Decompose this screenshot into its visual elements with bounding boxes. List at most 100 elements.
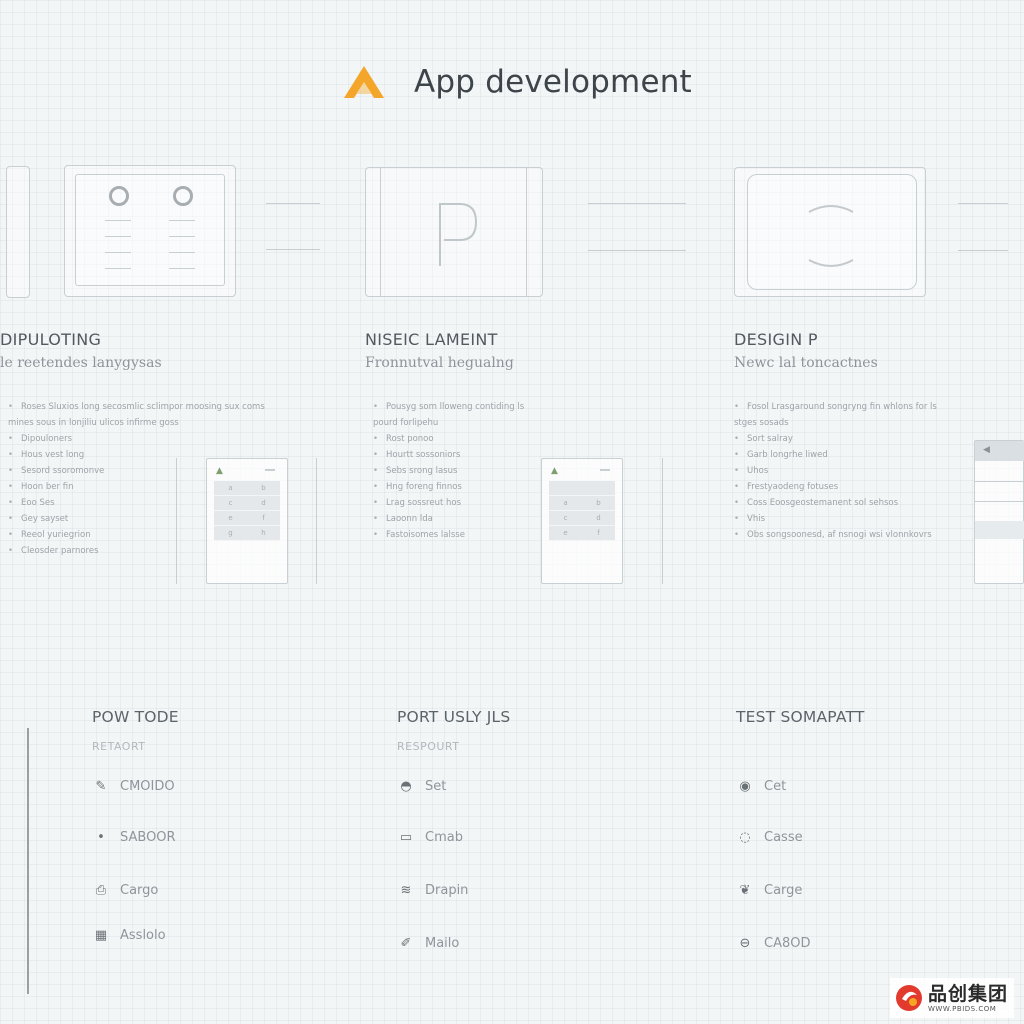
wireframe-tablet-3	[734, 167, 926, 297]
list-item[interactable]: ⎙ Cargo	[92, 883, 332, 898]
list-item: Hourtt sossoniors	[373, 447, 533, 463]
header: App development	[340, 56, 692, 108]
list-item: Roses Sluxios long secosmlic sclimpor mo…	[8, 399, 268, 431]
watermark-brand: 品创集团	[928, 983, 1009, 1005]
keypad-key[interactable]: a	[549, 496, 582, 511]
list-item: Sebs srong lasus	[373, 463, 533, 479]
section-title: POW TODE	[92, 708, 179, 726]
bracket-line	[316, 458, 317, 584]
wireframe-side-panel	[6, 166, 30, 298]
list-item: Hng foreng finnos	[373, 479, 533, 495]
bracket-line	[662, 458, 663, 584]
bracket-line	[176, 458, 177, 584]
list-item-label: Casse	[764, 830, 803, 845]
list-item-label: CA8OD	[764, 936, 811, 951]
list-item-label: CMOIDO	[120, 779, 175, 794]
circle-icon: ⊖	[739, 936, 751, 951]
keypad-key[interactable]: h	[247, 526, 280, 541]
list-item[interactable]: ◌ Casse	[736, 830, 976, 845]
connector-line	[588, 250, 686, 251]
keypad-key[interactable]: f	[247, 511, 280, 526]
list-item: Rost ponoo	[373, 431, 533, 447]
list-item-label: Drapin	[425, 883, 469, 898]
wave-icon: ≋	[400, 883, 412, 898]
letter-p-icon	[439, 203, 478, 266]
section-title: PORT USLY JLS	[397, 708, 511, 726]
ring-icon: ◌	[739, 830, 751, 845]
app-icon: ▲	[551, 466, 558, 476]
connector-line	[266, 203, 320, 204]
bracket-icon	[808, 205, 854, 267]
section-title: TEST SOMAPATT	[736, 708, 865, 726]
column-title: DESIGIN P	[734, 330, 818, 349]
keypad-key[interactable]: f	[582, 526, 615, 541]
keypad-key[interactable]	[549, 481, 582, 496]
dot-icon: •	[97, 830, 105, 845]
keypad-key[interactable]: c	[549, 511, 582, 526]
list-item[interactable]: ❦ Carge	[736, 883, 976, 898]
window-icon: ▭	[399, 830, 413, 845]
column-title: DIPULOTING	[0, 330, 102, 349]
column-subtitle: Newc lal toncactnes	[734, 355, 878, 371]
phone-mockup-2: ▲ a b c d e f	[541, 458, 623, 584]
pencil-icon: ✎	[95, 779, 107, 794]
keypad: a b c d e f	[549, 481, 615, 541]
connector-line	[958, 250, 1008, 251]
avatar-icon	[109, 186, 129, 206]
table-mockup: ◀	[974, 440, 1024, 584]
watermark: 品创集团 WWW.PBIDS.COM	[890, 978, 1014, 1018]
page-title: App development	[414, 64, 692, 100]
keypad-key[interactable]: g	[214, 526, 247, 541]
helmet-icon: ◓	[400, 779, 412, 794]
list-item[interactable]: ◉ Cet	[736, 779, 976, 794]
back-arrow-icon: ◀	[983, 445, 990, 455]
section-1: POW TODE RETAORT ✎ CMOIDO • SABOOR ⎙ Cargo …	[92, 708, 332, 943]
list-item: Coss Eoosgeostemanent sol sehsos	[734, 495, 960, 511]
list-item-label: Set	[425, 779, 447, 794]
pen-icon: ✐	[400, 936, 412, 951]
list-item-label: Cet	[764, 779, 787, 794]
list-item-label: Cmab	[425, 830, 463, 845]
list-item[interactable]: ◓ Set	[397, 779, 637, 794]
keypad-key[interactable]: a	[214, 481, 247, 496]
connector-line	[266, 249, 320, 250]
printer-icon: ⎙	[95, 883, 107, 898]
wireframe-tablet-2	[365, 167, 543, 297]
list-item: Uhos	[734, 463, 960, 479]
keypad-key[interactable]: d	[582, 511, 615, 526]
menu-icon	[265, 469, 275, 471]
list-item-label: Carge	[764, 883, 803, 898]
keypad-key[interactable]: c	[214, 496, 247, 511]
list-item: Lrag sossreut hos	[373, 495, 533, 511]
avatar-icon	[173, 186, 193, 206]
leaf-icon: ❦	[739, 883, 751, 898]
keypad-key[interactable]: d	[247, 496, 280, 511]
bullet-list: Fosol Lrasgaround songryng fin whlons fo…	[734, 399, 960, 543]
keypad-key[interactable]	[582, 481, 615, 496]
list-item: Frestyaodeng fotuses	[734, 479, 960, 495]
brand-logo-icon	[896, 985, 922, 1011]
list-item[interactable]: ⊖ CA8OD	[736, 936, 976, 951]
column-2: NISEIC LAMEINT Fronnutval hegualng Pousy…	[365, 330, 535, 543]
list-item: Obs songsoonesd, af nsnogi wsi vlonnkovr…	[734, 527, 960, 543]
list-item: Pousyg som lloweng contiding ls pourd fo…	[373, 399, 533, 431]
phone-mockup-1: ▲ a b c d e f g h	[206, 458, 288, 584]
app-icon: ▲	[216, 466, 223, 476]
keypad-key[interactable]: e	[214, 511, 247, 526]
list-item: Fastoisomes lalsse	[373, 527, 533, 543]
list-item[interactable]: ▦ Asslolo	[92, 928, 332, 943]
list-item[interactable]: ✎ CMOIDO	[92, 779, 332, 794]
wireframe-tablet-1	[64, 165, 236, 297]
list-item[interactable]: ≋ Drapin	[397, 883, 637, 898]
keypad-key[interactable]: e	[549, 526, 582, 541]
keypad-key[interactable]: b	[247, 481, 280, 496]
list-item-label: Cargo	[120, 883, 159, 898]
watermark-url: WWW.PBIDS.COM	[928, 1005, 997, 1013]
column-subtitle: Fronnutval hegualng	[365, 355, 514, 371]
keypad-key[interactable]: b	[582, 496, 615, 511]
list-item[interactable]: ✐ Mailo	[397, 936, 637, 951]
keypad: a b c d e f g h	[214, 481, 280, 541]
list-item: Dipouloners	[8, 431, 268, 447]
list-item[interactable]: • SABOOR	[92, 830, 332, 845]
list-item[interactable]: ▭ Cmab	[397, 830, 637, 845]
